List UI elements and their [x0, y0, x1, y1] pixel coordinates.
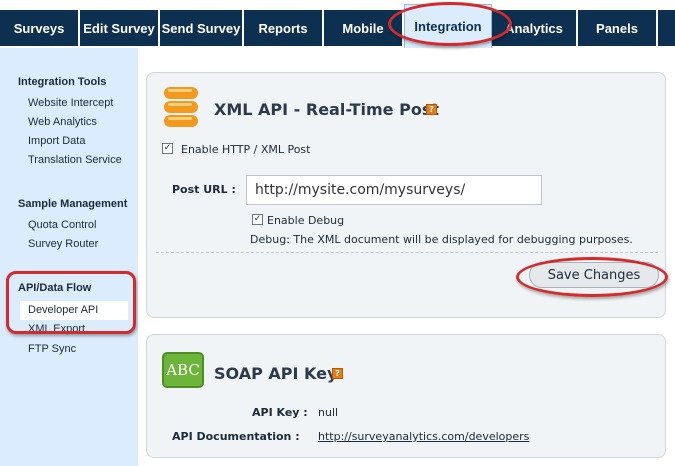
api-documentation-label: API Documentation : — [172, 430, 300, 443]
tab-edit-survey[interactable]: Edit Survey — [80, 10, 160, 46]
api-key-label: API Key : — [252, 406, 308, 419]
tab-surveys[interactable]: Surveys — [0, 10, 80, 46]
top-navigation: Surveys Edit Survey Send Survey Reports … — [0, 0, 675, 48]
help-icon[interactable]: ? — [426, 104, 437, 115]
sidebar-item-survey-router[interactable]: Survey Router — [28, 238, 98, 250]
sidebar-item-quota-control[interactable]: Quota Control — [28, 219, 96, 231]
divider — [156, 252, 658, 253]
tab-integration[interactable]: Integration — [404, 4, 492, 48]
sidebar-item-website-intercept[interactable]: Website Intercept — [28, 97, 113, 109]
save-changes-button[interactable]: Save Changes — [529, 262, 659, 288]
sidebar-section-integration-tools: Integration Tools — [18, 76, 107, 88]
help-icon[interactable]: ? — [332, 368, 343, 379]
tab-send-survey[interactable]: Send Survey — [160, 10, 244, 46]
sidebar-item-ftp-sync[interactable]: FTP Sync — [28, 343, 76, 355]
stack-icon — [164, 87, 198, 127]
enable-http-checkbox[interactable]: ✓ — [162, 143, 173, 154]
sidebar-item-developer-api[interactable]: Developer API — [20, 301, 128, 320]
sidebar-item-xml-export[interactable]: XML Export — [28, 323, 85, 335]
tab-reports[interactable]: Reports — [244, 10, 324, 46]
sidebar-section-sample-management: Sample Management — [18, 198, 128, 210]
soap-api-title: SOAP API Key — [214, 364, 338, 383]
tab-overflow[interactable] — [658, 10, 675, 46]
xml-api-title: XML API - Real-Time Post — [214, 100, 439, 119]
sidebar-item-web-analytics[interactable]: Web Analytics — [28, 116, 97, 128]
debug-note: Debug: The XML document will be displaye… — [250, 233, 633, 246]
abc-icon: ABC — [162, 352, 204, 388]
sidebar: Integration Tools Website Intercept Web … — [0, 48, 138, 466]
sidebar-item-import-data[interactable]: Import Data — [28, 135, 85, 147]
sidebar-item-translation-service[interactable]: Translation Service — [28, 154, 122, 166]
tab-mobile[interactable]: Mobile — [324, 10, 404, 46]
post-url-input[interactable] — [246, 175, 542, 205]
tab-panels[interactable]: Panels — [578, 10, 658, 46]
enable-debug-label: Enable Debug — [267, 214, 345, 227]
tab-analytics[interactable]: Analytics — [492, 10, 578, 46]
api-documentation-link[interactable]: http://surveyanalytics.com/developers — [318, 430, 529, 443]
post-url-label: Post URL : — [172, 183, 236, 196]
sidebar-section-api-data-flow: API/Data Flow — [18, 282, 92, 294]
enable-http-label: Enable HTTP / XML Post — [181, 143, 311, 156]
enable-debug-checkbox[interactable]: ✓ — [252, 214, 263, 225]
api-key-value: null — [318, 406, 339, 419]
